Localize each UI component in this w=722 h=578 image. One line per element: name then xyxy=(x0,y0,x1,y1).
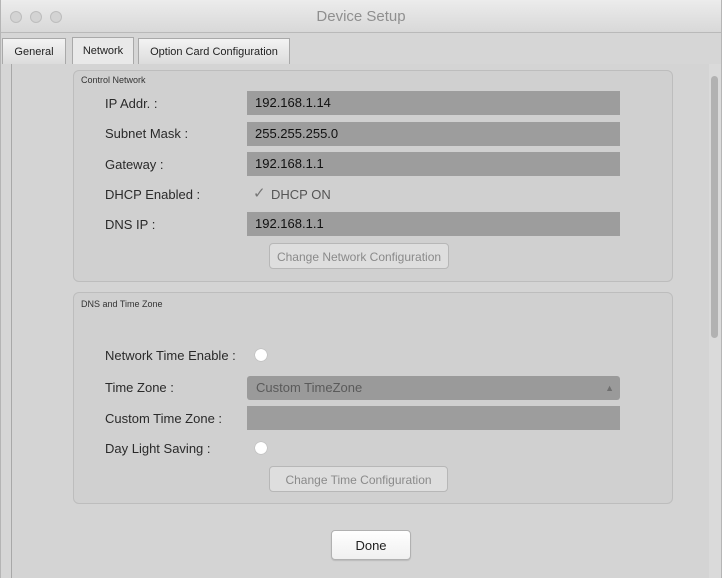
device-setup-window: Device Setup General Network Option Card… xyxy=(0,0,722,578)
time-zone-selected-value: Custom TimeZone xyxy=(256,380,363,395)
tab-general[interactable]: General xyxy=(2,38,66,64)
subnet-mask-field[interactable]: 255.255.255.0 xyxy=(247,122,620,146)
change-time-configuration-button[interactable]: Change Time Configuration xyxy=(269,466,448,492)
custom-time-zone-label: Custom Time Zone : xyxy=(105,411,223,426)
time-zone-select[interactable]: Custom TimeZone ▲▼ xyxy=(247,376,620,417)
done-button[interactable]: Done xyxy=(331,530,411,560)
control-network-title: Control Network xyxy=(81,75,146,85)
network-time-enable-label: Network Time Enable : xyxy=(105,348,236,363)
title-bar: Device Setup xyxy=(1,0,721,33)
ip-address-field[interactable]: 192.168.1.14 xyxy=(247,91,620,115)
dhcp-on-checkbox-label[interactable]: DHCP ON xyxy=(271,187,331,202)
gateway-field[interactable]: 192.168.1.1 xyxy=(247,152,620,176)
dns-ip-label: DNS IP : xyxy=(105,217,156,232)
day-light-saving-label: Day Light Saving : xyxy=(105,441,211,456)
dhcp-enabled-label: DHCP Enabled : xyxy=(105,187,201,202)
custom-time-zone-field[interactable] xyxy=(247,406,620,430)
gateway-label: Gateway : xyxy=(105,157,164,172)
network-time-enable-radio[interactable] xyxy=(255,349,267,361)
check-icon[interactable]: ✓ xyxy=(253,184,266,202)
tab-network[interactable]: Network xyxy=(72,37,134,65)
window-title: Device Setup xyxy=(316,8,406,25)
day-light-saving-radio[interactable] xyxy=(255,442,267,454)
dns-time-zone-title: DNS and Time Zone xyxy=(81,299,163,309)
dns-ip-field[interactable]: 192.168.1.1 xyxy=(247,212,620,236)
vertical-scrollbar[interactable] xyxy=(709,64,721,578)
ip-address-label: IP Addr. : xyxy=(105,96,158,111)
change-network-configuration-button[interactable]: Change Network Configuration xyxy=(269,243,449,269)
tab-option-card-configuration[interactable]: Option Card Configuration xyxy=(138,38,290,64)
subnet-mask-label: Subnet Mask : xyxy=(105,126,189,141)
time-zone-label: Time Zone : xyxy=(105,380,174,395)
scrollbar-thumb[interactable] xyxy=(711,76,718,338)
